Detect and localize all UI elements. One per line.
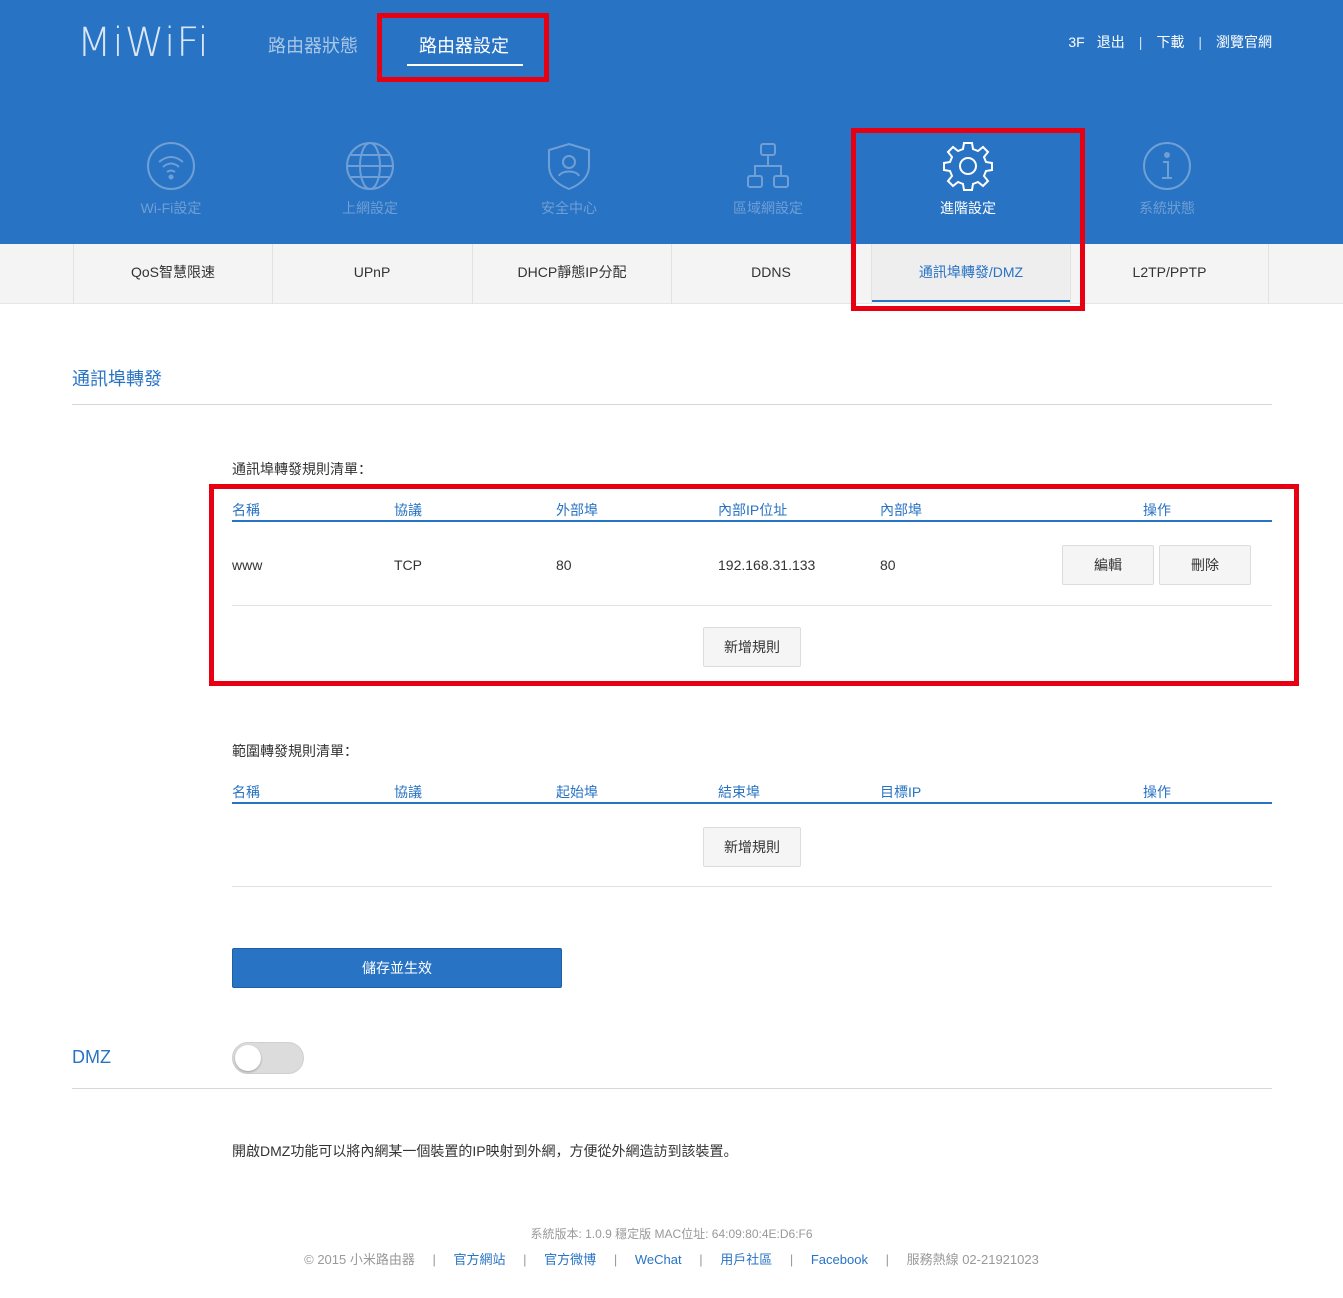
module-label: 系統狀態 — [1139, 200, 1195, 216]
col-internal-port: 內部埠 — [880, 502, 922, 518]
module-lan[interactable]: 區域網設定 — [708, 140, 828, 230]
tab-qos[interactable]: QoS智慧限速 — [73, 244, 272, 304]
nav-router-status[interactable]: 路由器狀態 — [268, 32, 358, 58]
rule-name: www — [232, 557, 263, 573]
col-actions: 操作 — [1143, 784, 1171, 800]
range-forward-list-title: 範圍轉發規則清單： — [232, 743, 358, 759]
col-protocol: 協議 — [394, 784, 422, 800]
footer-hotline: 服務熱線 02-21921023 — [906, 1252, 1039, 1267]
header: MiWiFi 路由器狀態 路由器設定 3F 退出 | 下載 | 瀏覽官網 Wi-… — [0, 0, 1343, 244]
footer-link-wechat[interactable]: WeChat — [635, 1252, 682, 1267]
tab-port-forward-dmz[interactable]: 通訊埠轉發/DMZ — [871, 244, 1070, 304]
tab-l2tp-pptp[interactable]: L2TP/PPTP — [1070, 244, 1269, 304]
module-wifi[interactable]: Wi-Fi設定 — [111, 140, 231, 230]
official-site-link[interactable]: 瀏覽官網 — [1216, 32, 1272, 52]
footer-link-weibo[interactable]: 官方微博 — [544, 1252, 596, 1267]
rule-external-port: 80 — [556, 557, 572, 573]
wifi-icon — [147, 142, 195, 190]
dmz-description: 開啟DMZ功能可以將內網某一個裝置的IP映射到外網，方便從外網造訪到該裝置。 — [232, 1143, 738, 1159]
col-actions: 操作 — [1143, 502, 1171, 518]
download-link[interactable]: 下載 — [1156, 32, 1184, 52]
col-protocol: 協議 — [394, 502, 422, 518]
col-name: 名稱 — [232, 502, 260, 518]
separator: | — [1198, 34, 1202, 50]
tab-upnp[interactable]: UPnP — [272, 244, 471, 304]
section-title-port-forward: 通訊埠轉發 — [72, 369, 162, 389]
col-target-ip: 目標IP — [880, 784, 922, 800]
module-label: 安全中心 — [541, 200, 597, 216]
footer-copyright: © 2015 小米路由器 — [304, 1252, 415, 1267]
add-range-rule-button[interactable]: 新增規則 — [703, 827, 801, 867]
logout-link[interactable]: 退出 — [1097, 32, 1125, 52]
footer-version: 系統版本: 1.0.9 穩定版 MAC位址: 64:09:80:4E:D6:F6 — [530, 1227, 813, 1241]
col-internal-ip: 內部IP位址 — [718, 502, 788, 518]
module-label: 進階設定 — [940, 200, 996, 216]
edit-button[interactable]: 編輯 — [1062, 545, 1154, 585]
module-system-status[interactable]: 系統狀態 — [1107, 140, 1227, 230]
nav-active-underline — [407, 64, 523, 66]
table-row: www TCP 80 192.168.31.133 80 編輯 刪除 — [232, 524, 1272, 606]
port-forward-table-header: 名稱 協議 外部埠 內部IP位址 內部埠 操作 — [232, 490, 1272, 522]
module-label: Wi-Fi設定 — [140, 200, 202, 216]
sub-tabs: QoS智慧限速 UPnP DHCP靜態IP分配 DDNS 通訊埠轉發/DMZ L… — [0, 244, 1343, 304]
tab-ddns[interactable]: DDNS — [671, 244, 870, 304]
divider — [72, 1088, 1272, 1089]
module-label: 區域網設定 — [733, 200, 803, 216]
module-label: 上網設定 — [342, 200, 398, 216]
col-external-port: 外部埠 — [556, 502, 598, 518]
delete-button[interactable]: 刪除 — [1159, 545, 1251, 585]
range-forward-table-header: 名稱 協議 起始埠 結束埠 目標IP 操作 — [232, 772, 1272, 804]
globe-icon — [346, 142, 394, 190]
footer-link-community[interactable]: 用戶社區 — [720, 1252, 772, 1267]
save-apply-button[interactable]: 儲存並生效 — [232, 948, 562, 988]
separator: | — [1138, 34, 1143, 50]
footer-links: © 2015 小米路由器 | 官方網站 | 官方微博 | WeChat | 用戶… — [304, 1252, 1039, 1267]
dmz-toggle[interactable] — [232, 1042, 304, 1074]
footer-link-facebook[interactable]: Facebook — [811, 1252, 868, 1267]
dmz-title: DMZ — [72, 1047, 111, 1067]
col-name: 名稱 — [232, 784, 260, 800]
miwifi-logo[interactable]: MiWiFi — [77, 20, 210, 66]
footer-link-official-site[interactable]: 官方網站 — [454, 1252, 506, 1267]
divider — [232, 886, 1272, 887]
rule-internal-ip: 192.168.31.133 — [718, 557, 816, 573]
col-start-port: 起始埠 — [556, 784, 598, 800]
network-icon — [747, 143, 789, 188]
rule-internal-port: 80 — [880, 557, 896, 573]
nav-router-settings[interactable]: 路由器設定 — [419, 32, 509, 58]
divider — [72, 404, 1272, 405]
user-bar: 3F 退出 | 下載 | 瀏覽官網 — [1068, 32, 1272, 52]
module-internet[interactable]: 上網設定 — [310, 140, 430, 230]
module-advanced[interactable]: 進階設定 — [908, 140, 1028, 230]
gear-icon — [943, 142, 993, 191]
rule-protocol: TCP — [394, 557, 422, 573]
add-port-rule-button[interactable]: 新增規則 — [703, 627, 801, 667]
port-forward-list-title: 通訊埠轉發規則清單： — [232, 461, 372, 477]
col-end-port: 結束埠 — [718, 784, 760, 800]
toggle-knob — [235, 1045, 261, 1071]
tab-dhcp-static-ip[interactable]: DHCP靜態IP分配 — [472, 244, 671, 304]
info-icon — [1143, 142, 1191, 190]
shield-user-icon — [548, 142, 590, 191]
user-name: 3F — [1068, 34, 1085, 50]
module-security[interactable]: 安全中心 — [509, 140, 629, 230]
